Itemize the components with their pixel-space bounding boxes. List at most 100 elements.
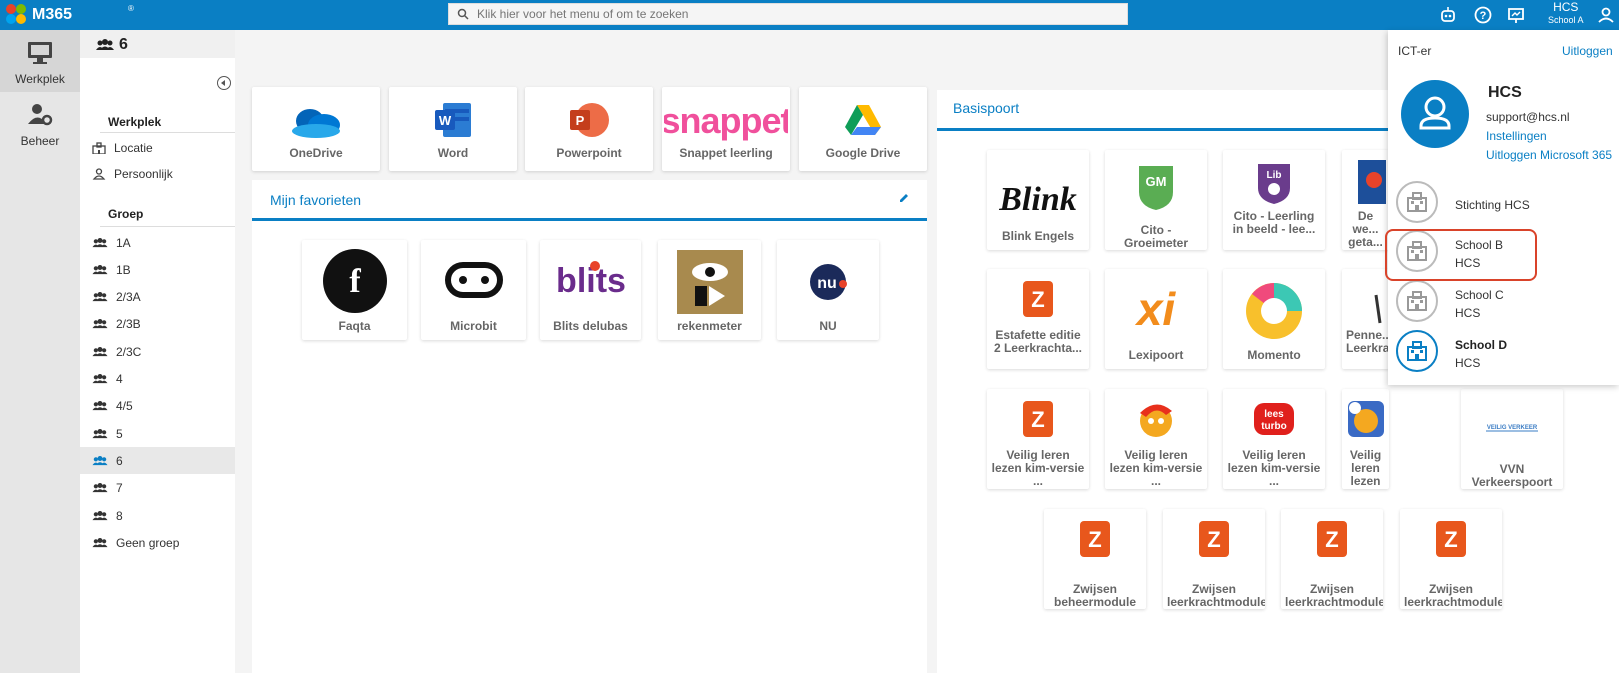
- basispoort-tile[interactable]: De we... geta...: [1342, 150, 1389, 250]
- school-sub: HCS: [1455, 356, 1481, 370]
- sidebar-item-label: Locatie: [114, 140, 153, 155]
- groeimeter-logo-icon: GM: [1139, 166, 1173, 210]
- app-tile-onedrive[interactable]: OneDrive: [252, 87, 380, 171]
- app-tile-word[interactable]: W Word: [389, 87, 517, 171]
- school-avatar: [1396, 280, 1438, 322]
- collapse-sidebar-button[interactable]: [217, 76, 231, 90]
- kim-character-icon: [1140, 404, 1172, 437]
- basispoort-tile[interactable]: GM Cito - Groeimeter: [1105, 150, 1207, 250]
- basispoort-tile[interactable]: Veilig leren lezen kim-versie ...: [1105, 389, 1207, 489]
- school-building-icon: [1407, 291, 1427, 311]
- robot-icon[interactable]: [1438, 5, 1458, 25]
- group-icon: [92, 264, 108, 274]
- person-icon: [92, 167, 106, 180]
- sidebar-item-group[interactable]: 4/5: [80, 393, 235, 420]
- svg-text:GM: GM: [1146, 174, 1167, 189]
- sidebar-item-group[interactable]: 6: [80, 447, 235, 475]
- basispoort-tile[interactable]: xi Lexipoort: [1105, 269, 1207, 369]
- user-menu[interactable]: HCS School A: [1548, 1, 1584, 26]
- current-group-label: 6: [119, 36, 128, 53]
- edit-pencil-icon[interactable]: [898, 192, 910, 204]
- basispoort-tile[interactable]: lees turbo Veilig leren lezen kim-versie .…: [1223, 389, 1325, 489]
- sidebar-item-group[interactable]: Geen groep: [80, 529, 235, 556]
- app-logo[interactable]: M365: [6, 4, 72, 26]
- nu-logo-icon: nu: [810, 264, 847, 300]
- sidebar-item-label: 2/3C: [116, 344, 142, 359]
- svg-text:Z: Z: [1031, 407, 1044, 432]
- app-tile-powerpoint[interactable]: P Powerpoint: [525, 87, 653, 171]
- basispoort-tile[interactable]: Z Zwijsen leerkrachtmodule: [1281, 509, 1383, 609]
- sidebar-item-group[interactable]: 7: [80, 475, 235, 502]
- school-item[interactable]: School C HCS: [1388, 276, 1619, 326]
- divider: [100, 226, 235, 227]
- powerpoint-icon: P: [570, 103, 609, 137]
- section-werkplek: Werkplek: [108, 115, 162, 129]
- sidebar-item-group[interactable]: 1B: [80, 256, 235, 283]
- school-building-icon: [1407, 341, 1427, 361]
- favorite-tile-blits[interactable]: blits Blits delubas: [540, 240, 641, 340]
- sidebar-item-group[interactable]: 4: [80, 366, 235, 393]
- basispoort-tile[interactable]: VEILIG VERKEER VVN Verkeerspoort: [1461, 389, 1563, 489]
- search-box[interactable]: [448, 3, 1128, 25]
- svg-text:turbo: turbo: [1261, 421, 1287, 432]
- app-tile-label: Word: [437, 146, 469, 160]
- rail-beheer[interactable]: Beheer: [0, 102, 80, 162]
- sidebar-item-locatie[interactable]: Locatie: [80, 134, 235, 161]
- veilig-verkeer-logo-icon: VEILIG VERKEER: [1486, 425, 1538, 432]
- sidebar-item-label: 2/3A: [116, 290, 141, 305]
- basispoort-tile[interactable]: Z Zwijsen beheermodule: [1044, 509, 1146, 609]
- registered-mark: ®: [128, 4, 134, 13]
- logout-microsoft-link[interactable]: Uitloggen Microsoft 365: [1486, 148, 1612, 162]
- svg-text:Z: Z: [1207, 527, 1220, 552]
- logout-link[interactable]: Uitloggen: [1562, 44, 1613, 58]
- basispoort-tile[interactable]: Penne... Leerkra...: [1342, 269, 1389, 369]
- school-item[interactable]: School D HCS: [1388, 326, 1619, 376]
- sidebar-item-group[interactable]: 2/3B: [80, 311, 235, 338]
- user-school: School A: [1548, 15, 1584, 25]
- sidebar-item-group[interactable]: 5: [80, 420, 235, 447]
- help-icon[interactable]: ?: [1473, 5, 1493, 25]
- basispoort-tile[interactable]: Lib Cito - Leerling in beeld - lee...: [1223, 150, 1325, 250]
- basispoort-tile[interactable]: Z Veilig leren lezen kim-versie ...: [987, 389, 1089, 489]
- svg-text:f: f: [349, 263, 361, 300]
- school-item[interactable]: Stichting HCS: [1388, 177, 1619, 227]
- favorite-tile-faqta[interactable]: f Faqta: [302, 240, 407, 340]
- favorite-tile-microbit[interactable]: Microbit: [421, 240, 526, 340]
- sidebar-item-group[interactable]: 2/3A: [80, 284, 235, 311]
- zwijsen-logo-icon: Z: [1023, 281, 1053, 317]
- momento-logo-icon: [1246, 283, 1302, 339]
- sidebar-item-group[interactable]: 2/3C: [80, 338, 235, 365]
- svg-text:W: W: [439, 113, 452, 128]
- basispoort-tile[interactable]: Z Estafette editie 2 Leerkrachta...: [987, 269, 1089, 369]
- rail-beheer-label: Beheer: [20, 134, 60, 148]
- search-input[interactable]: [477, 7, 1117, 21]
- left-rail: Werkplek Beheer: [0, 30, 80, 673]
- sidebar-item-group[interactable]: 1A: [80, 229, 235, 256]
- rail-werkplek[interactable]: Werkplek: [0, 30, 80, 92]
- zwijsen-logo-icon: Z: [1436, 521, 1466, 557]
- word-icon: W: [435, 103, 471, 137]
- basispoort-tile[interactable]: Z Zwijsen leerkrachtmodule: [1400, 509, 1502, 609]
- user-icon[interactable]: [1596, 5, 1616, 25]
- sidebar-item-group[interactable]: 8: [80, 502, 235, 529]
- sidebar-item-label: 4/5: [116, 399, 133, 414]
- basispoort-tile-label: Zwijsen leerkrachtmodule: [1285, 582, 1383, 609]
- app-tile-google-drive[interactable]: Google Drive: [799, 87, 927, 171]
- svg-text:?: ?: [1480, 10, 1487, 22]
- sidebar-item-persoonlijk[interactable]: Persoonlijk: [80, 160, 235, 187]
- basispoort-tile-label: Veilig leren lezen kim-versie ...: [991, 448, 1085, 488]
- app-title: M365: [32, 6, 73, 23]
- app-tile-snappet[interactable]: snappet Snappet leerling: [662, 87, 790, 171]
- basispoort-tile-label: Penne... Leerkra...: [1346, 328, 1389, 355]
- settings-link[interactable]: Instellingen: [1486, 129, 1547, 143]
- favorite-tile-rekenmeter[interactable]: rekenmeter: [658, 240, 761, 340]
- presentation-icon[interactable]: [1506, 5, 1526, 25]
- basispoort-tile[interactable]: Momento: [1223, 269, 1325, 369]
- user-name: HCS: [1553, 0, 1579, 14]
- current-group-header: 6: [96, 36, 128, 54]
- user-gear-icon: [28, 104, 53, 126]
- basispoort-tile[interactable]: Veilig leren lezen kim-versie ...: [1342, 389, 1389, 489]
- basispoort-tile[interactable]: Blink Blink Engels: [987, 150, 1089, 250]
- basispoort-tile[interactable]: Z Zwijsen leerkrachtmodule: [1163, 509, 1265, 609]
- favorite-tile-nu[interactable]: nu NU: [777, 240, 879, 340]
